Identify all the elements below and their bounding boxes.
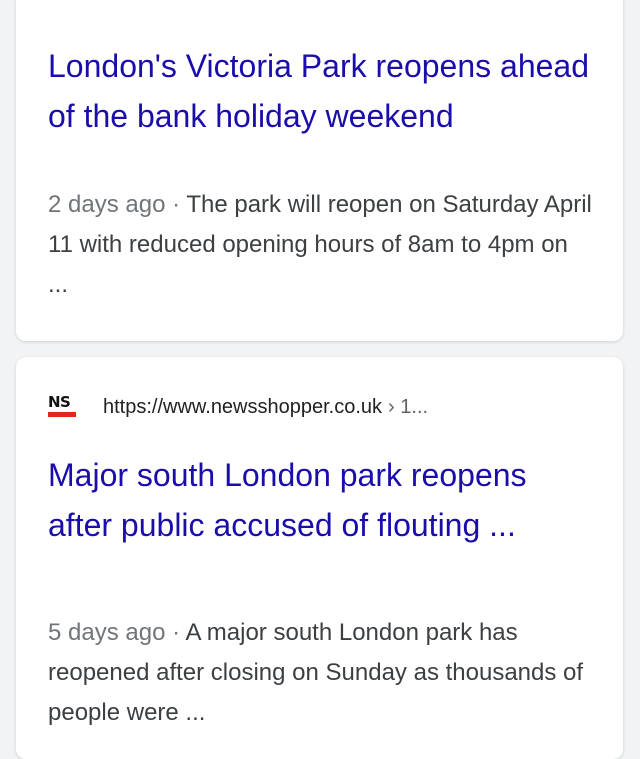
- result-url[interactable]: https://www.newsshopper.co.uk: [103, 393, 382, 421]
- favicon-red-bar: [48, 412, 76, 417]
- favicon-logo-text: NS: [48, 393, 71, 411]
- result-breadcrumb: › 1...: [388, 396, 429, 418]
- news-shopper-favicon-icon: NS: [48, 393, 78, 421]
- snippet-separator: ·: [172, 191, 181, 218]
- result-snippet: 2 days ago · The park will reopen on Sat…: [48, 185, 593, 305]
- result-source[interactable]: NS https://www.newsshopper.co.uk › 1...: [48, 393, 603, 421]
- result-title-link[interactable]: Major south London park reopens after pu…: [48, 450, 593, 550]
- snippet-separator: ·: [172, 619, 181, 646]
- result-date: 2 days ago: [48, 191, 166, 218]
- result-snippet: 5 days ago · A major south London park h…: [48, 613, 593, 733]
- search-result-card: NS https://www.newsshopper.co.uk › 1... …: [16, 357, 623, 759]
- search-result-card: London's Victoria Park reopens ahead of …: [16, 0, 623, 341]
- result-date: 5 days ago: [48, 619, 166, 646]
- result-title-link[interactable]: London's Victoria Park reopens ahead of …: [48, 41, 593, 141]
